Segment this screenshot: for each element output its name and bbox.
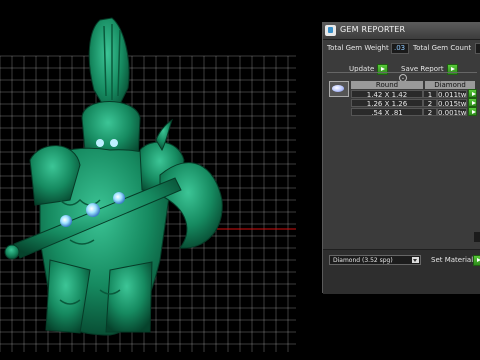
cell-size: 1.26 X 1.26 <box>351 99 423 107</box>
column-header-material: Diamond <box>425 81 475 89</box>
round-gem-icon[interactable] <box>329 81 349 97</box>
save-report-button[interactable] <box>447 64 458 75</box>
row-select-button[interactable] <box>468 107 477 116</box>
panel-title-bar[interactable]: GEM REPORTER <box>323 23 480 40</box>
total-gem-weight-label: Total Gem Weight <box>327 44 389 52</box>
material-select-value: Diamond (3.52 spg) <box>333 257 393 264</box>
material-bar: Diamond (3.52 spg) Set Material <box>323 249 480 294</box>
gem-reporter-panel: GEM REPORTER Total Gem Weight .03 Total … <box>322 22 480 294</box>
total-gem-count-field <box>475 43 480 54</box>
material-select[interactable]: Diamond (3.52 spg) <box>329 255 421 265</box>
scroll-handle[interactable] <box>474 232 480 242</box>
gem-middle <box>86 203 100 217</box>
panel-title: GEM REPORTER <box>340 25 406 34</box>
gem-left <box>60 215 72 227</box>
column-header-shape: Round <box>351 81 423 89</box>
panel-divider <box>327 72 477 73</box>
cell-count: 1 <box>423 90 437 98</box>
gem-thumbnail <box>332 85 344 92</box>
cell-size: .54 X .81 <box>351 108 423 116</box>
gem-right <box>113 192 125 204</box>
cell-count: 2 <box>423 108 437 116</box>
total-gem-weight-field: .03 <box>391 43 409 54</box>
set-material-button[interactable] <box>473 255 480 266</box>
cell-count: 2 <box>423 99 437 107</box>
gem-reporter-icon <box>325 25 336 36</box>
set-material-label: Set Material <box>431 256 474 264</box>
row-select-button[interactable] <box>468 89 477 98</box>
cell-size: 1.42 X 1.42 <box>351 90 423 98</box>
row-select-button[interactable] <box>468 98 477 107</box>
cell-weight: 0.001tw <box>437 108 467 116</box>
update-button[interactable] <box>377 64 388 75</box>
chevron-down-icon[interactable] <box>412 257 419 263</box>
cell-weight: 0.011tw <box>437 90 467 98</box>
total-gem-count-label: Total Gem Count <box>413 44 472 52</box>
cell-weight: 0.015tw <box>437 99 467 107</box>
